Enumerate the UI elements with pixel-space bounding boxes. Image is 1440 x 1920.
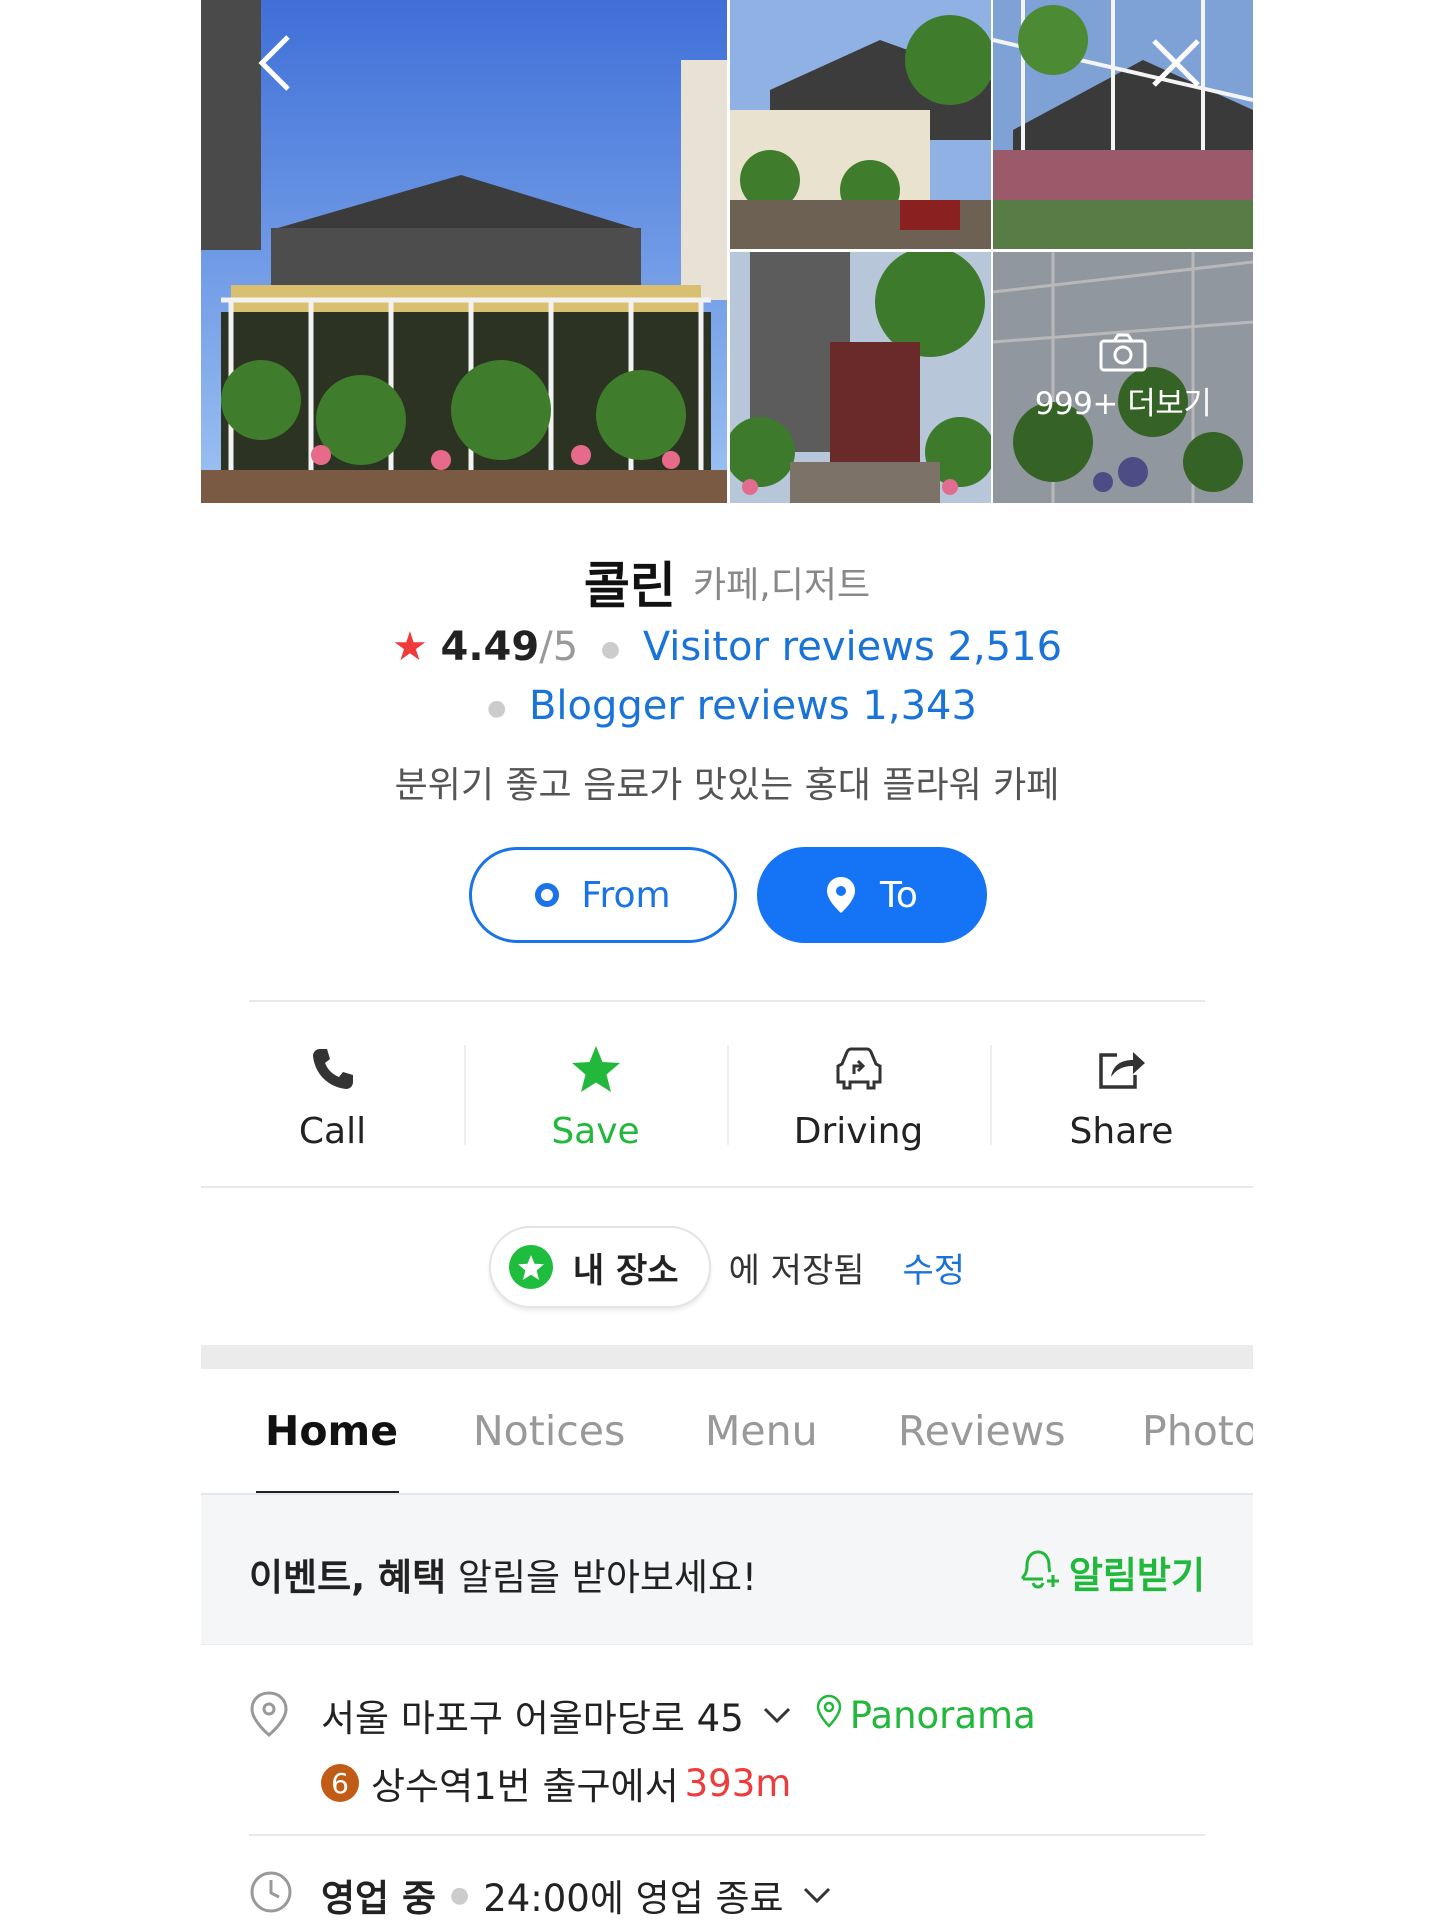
gallery-photo[interactable]	[993, 0, 1253, 249]
call-button[interactable]: Call	[201, 1010, 464, 1180]
business-hours-row[interactable]: 영업 중 ● 24:00에 영업 종료	[321, 1868, 832, 1920]
blogger-reviews-link[interactable]: Blogger reviews 1,343	[529, 683, 977, 729]
place-description: 분위기 좋고 음료가 맛있는 홍대 플라워 카페	[394, 765, 1060, 806]
car-navigation-icon	[834, 1039, 884, 1099]
visitor-reviews-link[interactable]: Visitor reviews 2,516	[643, 624, 1062, 670]
station-exit-text: 1번 출구에서	[473, 1765, 679, 1808]
saved-folder-chip[interactable]: 내 장소	[488, 1226, 711, 1308]
banner-bold-text: 이벤트, 혜택	[249, 1556, 447, 1599]
divider	[249, 1000, 1205, 1002]
station-distance: 393m	[684, 1761, 792, 1805]
share-label: Share	[1069, 1110, 1174, 1152]
blogger-row: ● Blogger reviews 1,343	[201, 683, 1253, 729]
location-pin-icon	[249, 1690, 289, 1742]
photo-gallery: 999+ 더보기	[201, 0, 1253, 503]
camera-icon	[1099, 332, 1147, 372]
share-icon	[1097, 1039, 1147, 1099]
bell-plus-icon	[1017, 1547, 1069, 1598]
chevron-left-icon	[256, 33, 292, 97]
chevron-down-icon[interactable]	[762, 1706, 792, 1724]
chevron-down-icon[interactable]	[802, 1886, 832, 1904]
station-name: 상수역	[371, 1765, 474, 1808]
close-icon	[1150, 37, 1202, 93]
map-pin-icon	[826, 876, 856, 914]
route-from-label: From	[581, 874, 671, 916]
action-bar: Call Save Driving Share	[201, 1010, 1253, 1180]
star-icon	[508, 1245, 553, 1289]
origin-dot-icon	[535, 883, 560, 907]
divider	[201, 1186, 1253, 1188]
rating-value: 4.49	[440, 624, 540, 670]
section-separator	[201, 1345, 1253, 1369]
banner-body-text: 알림을 받아보세요!	[446, 1556, 757, 1599]
share-button[interactable]: Share	[990, 1010, 1253, 1180]
phone-icon	[310, 1039, 356, 1099]
subscribe-notification-button[interactable]: 알림받기	[1017, 1545, 1205, 1599]
gallery-photo[interactable]	[730, 0, 991, 249]
place-detail-page: 999+ 더보기 콜린 카페,디저트 ★ 4.49/5 ● Visitor re…	[201, 0, 1253, 1920]
panorama-pin-icon	[816, 1694, 850, 1737]
place-name: 콜린	[583, 557, 676, 615]
place-category: 카페,디저트	[693, 565, 871, 606]
saved-folder-label: 내 장소	[572, 1250, 679, 1291]
rating-row: ★ 4.49/5 ● Visitor reviews 2,516	[201, 624, 1253, 670]
save-label: Save	[551, 1110, 640, 1152]
more-photos-overlay[interactable]: 999+ 더보기	[993, 252, 1253, 503]
closing-time: 24:00에 영업 종료	[483, 1877, 784, 1920]
tab-reviews[interactable]: Reviews	[898, 1407, 1066, 1455]
gallery-photo-more[interactable]: 999+ 더보기	[993, 252, 1253, 503]
event-notification-banner: 이벤트, 혜택 알림을 받아보세요! 알림받기	[201, 1495, 1253, 1645]
back-button[interactable]	[239, 30, 309, 100]
divider	[249, 1834, 1205, 1836]
tab-photo[interactable]: Photo	[1142, 1407, 1253, 1455]
banner-text: 이벤트, 혜택 알림을 받아보세요!	[249, 1547, 757, 1601]
more-photos-label: 999+ 더보기	[1034, 386, 1212, 422]
separator-dot: ●	[487, 695, 507, 721]
driving-label: Driving	[793, 1110, 924, 1152]
route-to-label: To	[880, 874, 918, 916]
rating-max: /5	[539, 624, 579, 670]
subscribe-label: 알림받기	[1068, 1554, 1205, 1597]
gallery-photo[interactable]	[730, 252, 991, 503]
panorama-label: Panorama	[849, 1693, 1036, 1737]
subway-line-badge: 6	[321, 1764, 359, 1802]
call-label: Call	[298, 1110, 367, 1152]
tab-bar: Home Notices Menu Reviews Photo	[201, 1369, 1253, 1495]
saved-status-row: 내 장소 에 저장됨 수정	[201, 1225, 1253, 1309]
open-status: 영업 중	[321, 1877, 437, 1920]
route-from-button[interactable]: From	[469, 847, 737, 943]
place-title: 콜린 카페,디저트	[201, 546, 1253, 618]
save-button[interactable]: Save	[464, 1010, 727, 1180]
tab-notices[interactable]: Notices	[473, 1407, 625, 1455]
separator-dot: ●	[450, 1882, 470, 1908]
separator-dot: ●	[600, 636, 621, 662]
saved-status-text: 에 저장됨	[728, 1250, 865, 1291]
clock-icon	[249, 1870, 293, 1918]
nearest-station-row: 6 상수역 1번 출구에서 393m	[321, 1756, 791, 1810]
address-row: 서울 마포구 어울마당로 45 Panorama	[321, 1688, 1036, 1742]
edit-saved-link[interactable]: 수정	[903, 1243, 966, 1292]
tab-home[interactable]: Home	[265, 1407, 398, 1455]
driving-button[interactable]: Driving	[727, 1010, 990, 1180]
close-button[interactable]	[1141, 30, 1211, 100]
tab-menu[interactable]: Menu	[705, 1407, 818, 1455]
star-icon	[570, 1039, 622, 1099]
panorama-link[interactable]: Panorama	[816, 1694, 1036, 1737]
street-address: 서울 마포구 어울마당로 45	[321, 1697, 744, 1740]
route-to-button[interactable]: To	[757, 847, 987, 943]
star-icon: ★	[391, 624, 428, 670]
